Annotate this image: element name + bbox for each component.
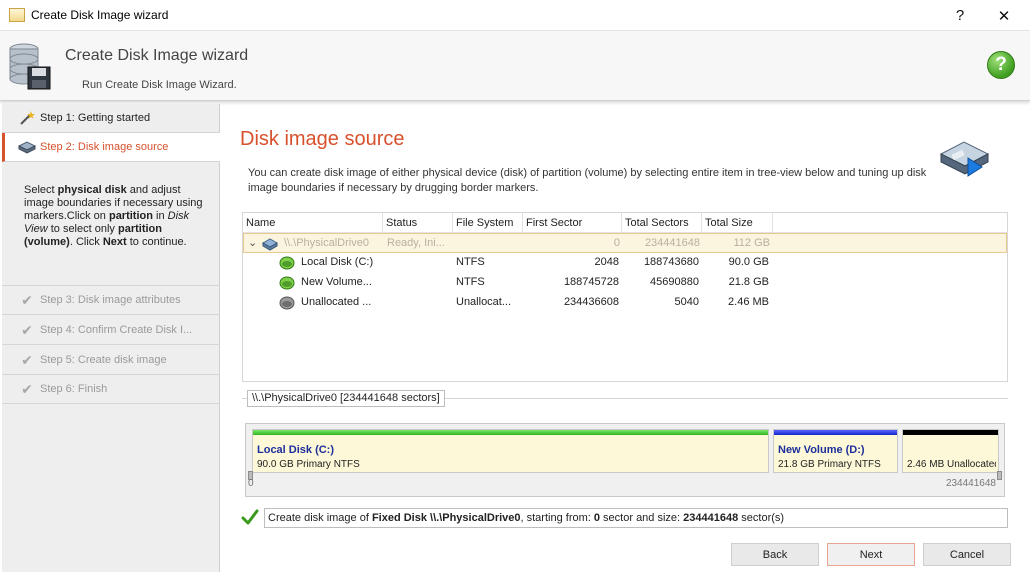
check-icon: ✔: [21, 291, 33, 308]
step-label: Step 2: Disk image source: [40, 141, 169, 153]
checkmark-icon: [241, 509, 259, 525]
title-bar: Create Disk Image wizard ? ✕: [0, 0, 1030, 31]
expand-icon[interactable]: ⌄: [248, 234, 257, 254]
partition-bar: [253, 430, 768, 435]
step-disk-image-source[interactable]: Step 2: Disk image source: [2, 133, 220, 162]
disk-view-min: 0: [248, 478, 254, 489]
disk-image-icon: [939, 141, 990, 177]
unallocated-icon: [279, 296, 295, 310]
step-label: Step 1: Getting started: [40, 112, 151, 124]
page-title: Disk image source: [240, 128, 405, 150]
steps-sidebar: Step 1: Getting started Step 2: Disk ima…: [2, 104, 220, 572]
physical-drive-icon: [262, 238, 278, 251]
disk-icon: [18, 139, 36, 155]
end-marker-handle[interactable]: [997, 471, 1002, 480]
step-label: Step 4: Confirm Create Disk I...: [40, 324, 193, 336]
column-name[interactable]: Name: [243, 213, 383, 233]
partition-bar: [774, 430, 897, 435]
disk-tree-table[interactable]: Name Status File System First Sector Tot…: [242, 212, 1008, 382]
help-title-button[interactable]: ?: [938, 0, 982, 31]
page-description: You can create disk image of either phys…: [248, 167, 927, 194]
step-label: Step 6: Finish: [40, 383, 108, 395]
disk-view[interactable]: Local Disk (C:) 90.0 GB Primary NTFS New…: [245, 423, 1005, 497]
disk-view-max: 234441648: [945, 478, 996, 489]
check-icon: ✔: [21, 380, 33, 397]
back-button[interactable]: Back: [731, 543, 819, 566]
app-icon: [9, 8, 25, 22]
step-finish: ✔ Step 6: Finish: [2, 375, 220, 404]
partition-local-disk[interactable]: Local Disk (C:) 90.0 GB Primary NTFS: [252, 429, 769, 473]
step-disk-image-attributes: ✔ Step 3: Disk image attributes: [2, 286, 220, 315]
close-button[interactable]: ✕: [982, 0, 1026, 31]
step-create-disk-image: ✔ Step 5: Create disk image: [2, 346, 220, 375]
volume-icon: [279, 256, 295, 270]
table-row-physical-drive[interactable]: ⌄ \\.\PhysicalDrive0 Ready, Ini... 0 234…: [243, 233, 1007, 253]
partition-new-volume[interactable]: New Volume (D:) 21.8 GB Primary NTFS: [773, 429, 898, 473]
column-status[interactable]: Status: [383, 213, 453, 233]
step-confirm: ✔ Step 4: Confirm Create Disk I...: [2, 316, 220, 345]
disk-view-label: \\.\PhysicalDrive0 [234441648 sectors]: [247, 390, 445, 407]
column-total-sectors[interactable]: Total Sectors: [622, 213, 702, 233]
volume-icon: [279, 276, 295, 290]
check-icon: ✔: [21, 321, 33, 338]
step-description: Select physical disk and adjust image bo…: [24, 184, 203, 248]
status-summary: Create disk image of Fixed Disk \\.\Phys…: [264, 508, 1008, 528]
next-button[interactable]: Next: [827, 543, 915, 566]
check-icon: ✔: [21, 351, 33, 368]
partition-bar: [903, 430, 998, 435]
table-row-unallocated[interactable]: Unallocated ... Unallocat... 234436608 5…: [243, 293, 1007, 313]
table-row-local-disk[interactable]: Local Disk (C:) NTFS 2048 188743680 90.0…: [243, 253, 1007, 273]
step-getting-started[interactable]: Step 1: Getting started: [2, 104, 220, 133]
database-floppy-icon: [9, 43, 51, 90]
step-label: Step 5: Create disk image: [40, 354, 167, 366]
partition-unallocated[interactable]: 2.46 MB Unallocated: [902, 429, 999, 473]
step-label: Step 3: Disk image attributes: [40, 294, 181, 306]
column-file-system[interactable]: File System: [453, 213, 523, 233]
help-icon[interactable]: ?: [987, 51, 1015, 79]
column-first-sector[interactable]: First Sector: [523, 213, 622, 233]
header-title: Create Disk Image wizard: [65, 47, 249, 64]
wizard-header: Create Disk Image wizard Run Create Disk…: [0, 31, 1030, 101]
window-title: Create Disk Image wizard: [31, 8, 169, 22]
wand-icon: [18, 110, 36, 126]
table-row-new-volume[interactable]: New Volume... NTFS 188745728 45690880 21…: [243, 273, 1007, 293]
column-total-size[interactable]: Total Size: [702, 213, 773, 233]
header-subtitle: Run Create Disk Image Wizard.: [82, 79, 237, 91]
cancel-button[interactable]: Cancel: [923, 543, 1011, 566]
table-header: Name Status File System First Sector Tot…: [243, 213, 1007, 233]
